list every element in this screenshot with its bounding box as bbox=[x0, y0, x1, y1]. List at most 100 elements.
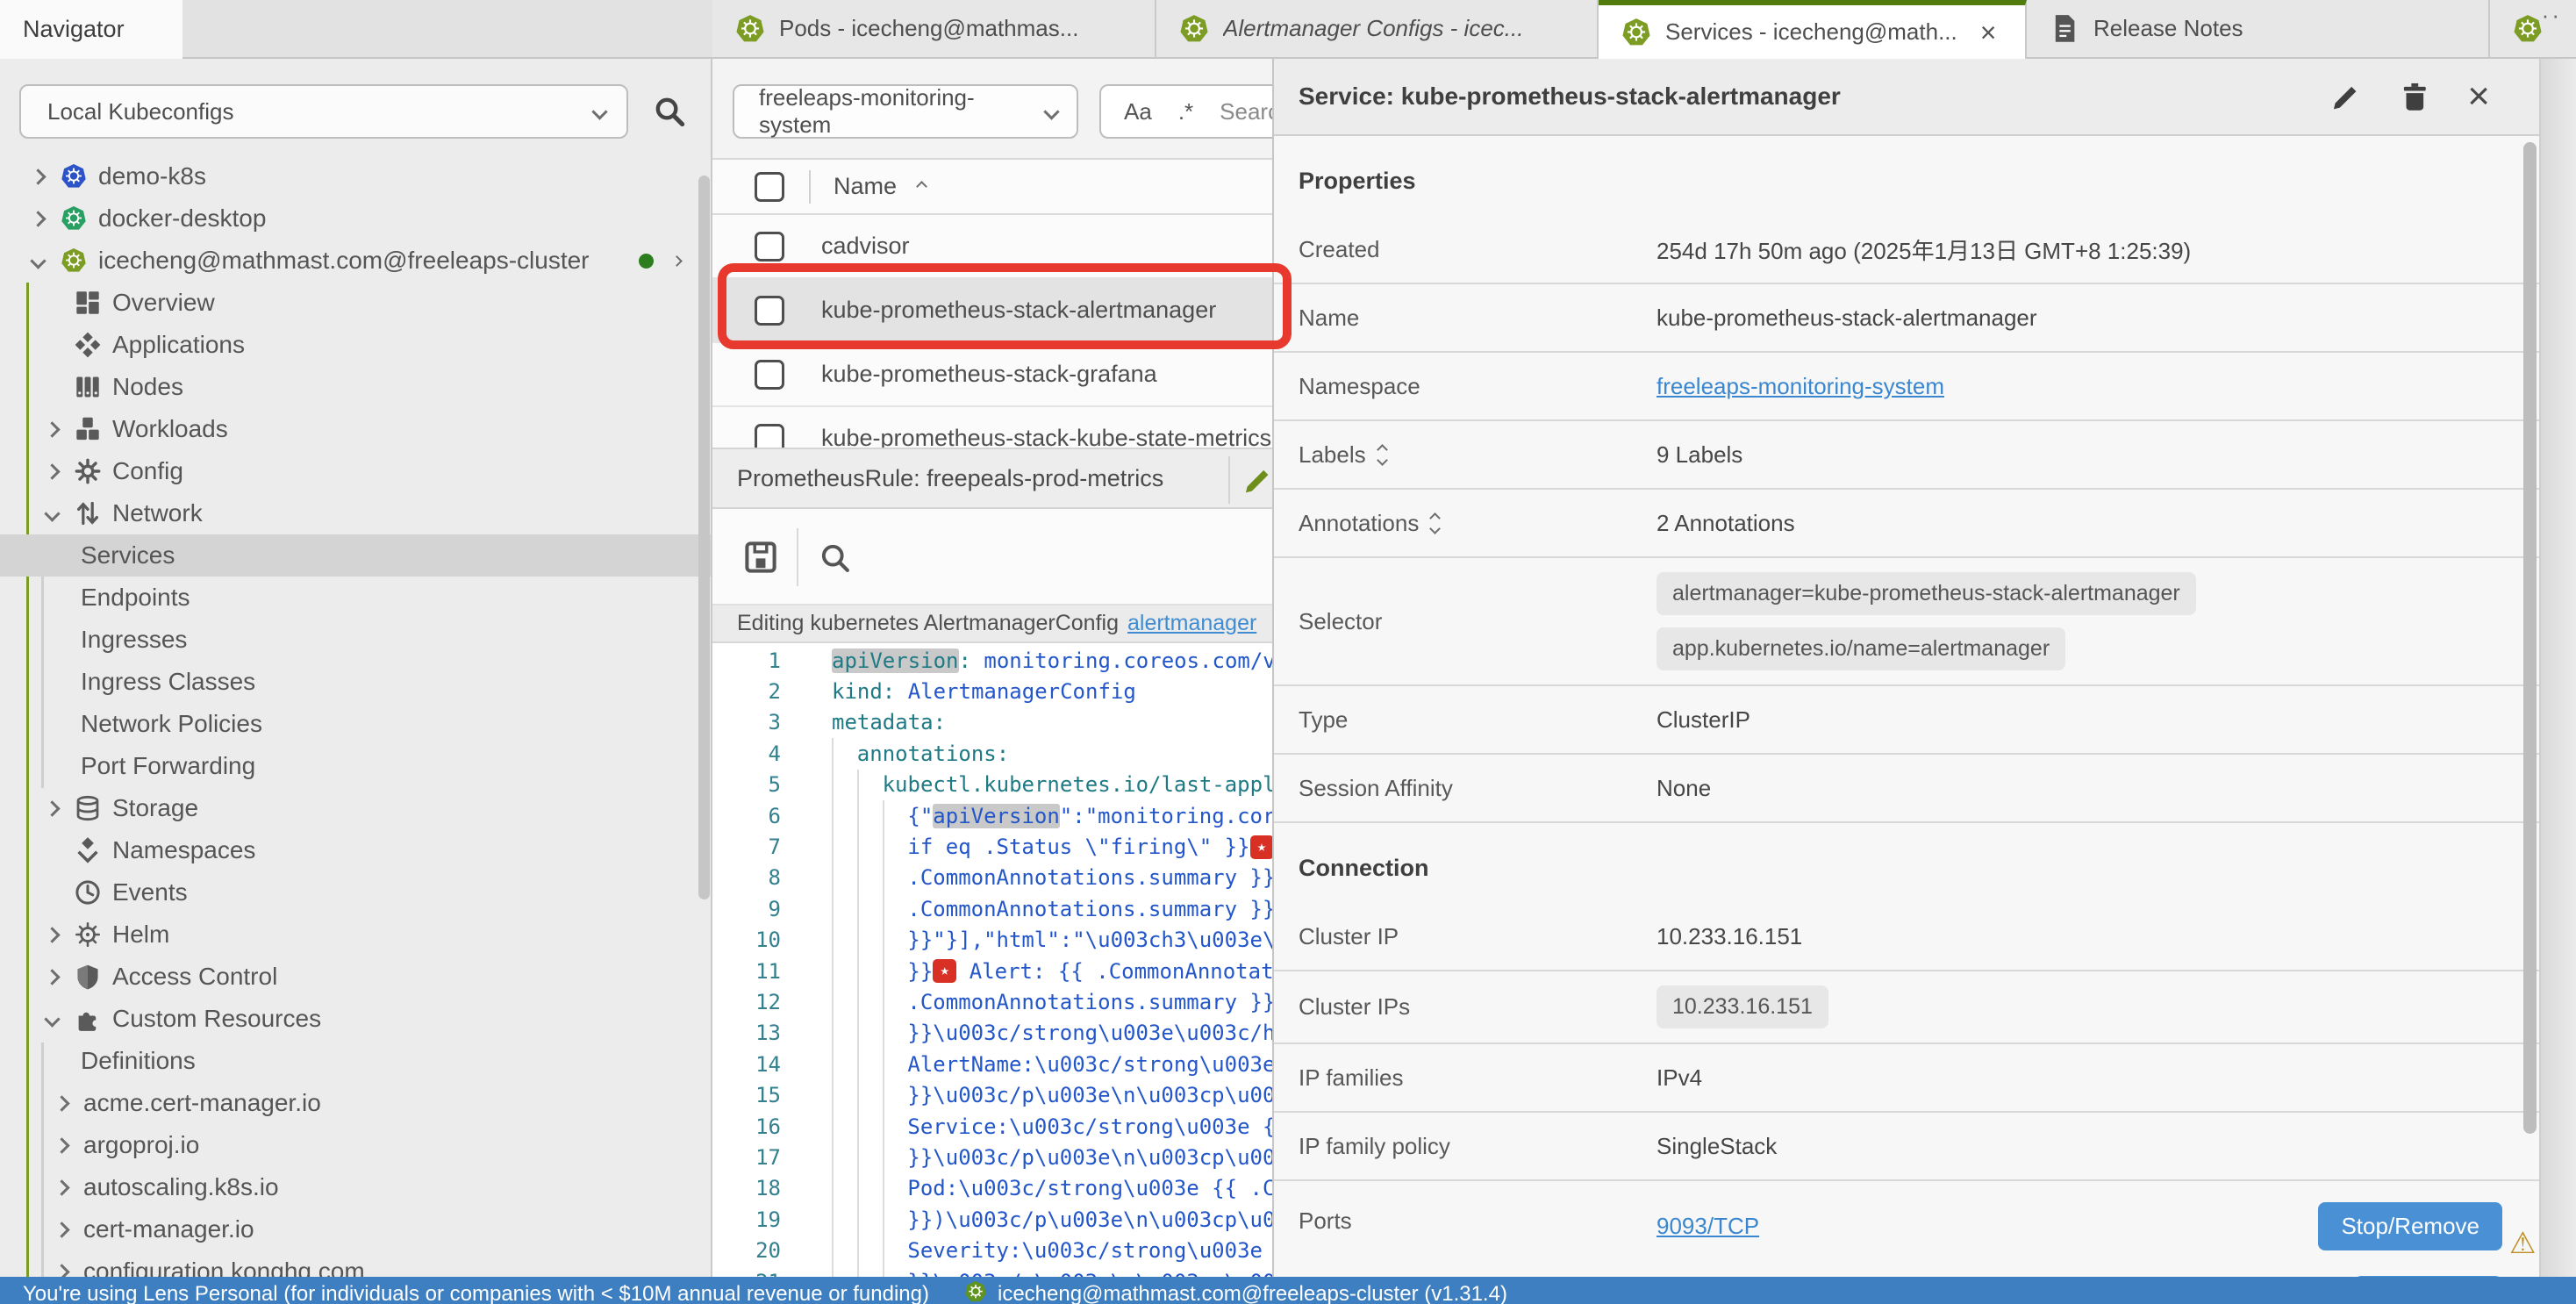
detail-row-label: Cluster IP bbox=[1274, 923, 1657, 950]
kubernetes-status-icon bbox=[964, 1280, 987, 1303]
sidebar-item[interactable]: autoscaling.k8s.io bbox=[0, 1166, 712, 1208]
sidebar-item[interactable]: Namespaces bbox=[0, 829, 712, 871]
sidebar-item[interactable]: Network bbox=[0, 492, 712, 534]
sidebar-item[interactable]: Config bbox=[0, 450, 712, 492]
sidebar-item[interactable]: Storage bbox=[0, 787, 712, 829]
edit-rule-icon[interactable] bbox=[1242, 465, 1272, 495]
sidebar-scrollbar[interactable] bbox=[698, 176, 710, 899]
alertmanager-config-link[interactable]: alertmanager bbox=[1127, 611, 1256, 636]
sidebar-item[interactable]: Applications bbox=[0, 324, 712, 366]
sidebar-item[interactable]: cert-manager.io bbox=[0, 1208, 712, 1250]
tree-chevron-icon[interactable] bbox=[54, 1179, 69, 1195]
namespace-select[interactable]: freeleaps-monitoring-system bbox=[733, 84, 1078, 139]
delete-service-icon[interactable] bbox=[2399, 82, 2429, 111]
active-cluster-text[interactable]: icecheng@mathmast.com@freeleaps-cluster … bbox=[998, 1277, 1507, 1304]
sidebar-item[interactable]: Ingress Classes bbox=[0, 661, 712, 703]
tree-chevron-icon[interactable] bbox=[44, 421, 60, 437]
tab-close-icon[interactable]: × bbox=[1980, 18, 1997, 47]
detail-row-value: alertmanager=kube-prometheus-stack-alert… bbox=[1657, 558, 2196, 684]
sidebar-item[interactable]: Port Forwarding bbox=[0, 745, 712, 787]
sidebar-item-label: configuration.konghq.com bbox=[83, 1257, 365, 1277]
detail-row: Name kube-prometheus-stack-alertmanager bbox=[1274, 284, 2539, 353]
tree-chevron-icon[interactable] bbox=[44, 927, 60, 942]
row-checkbox[interactable] bbox=[755, 296, 784, 326]
search-icon[interactable] bbox=[653, 95, 686, 128]
stop-remove-button[interactable]: Stop/Remove bbox=[2318, 1202, 2502, 1250]
sort-toggle-icon[interactable] bbox=[1431, 514, 1439, 533]
line-number: 18 bbox=[712, 1176, 781, 1200]
editor-search-icon[interactable] bbox=[819, 542, 851, 574]
chevron-down-icon bbox=[1043, 104, 1059, 119]
navigator-tab[interactable]: Navigator bbox=[0, 0, 182, 59]
sidebar-item[interactable]: Helm bbox=[0, 914, 712, 956]
panel-scrollbar[interactable] bbox=[2523, 142, 2537, 1134]
app-tab[interactable]: Release Notes bbox=[2027, 0, 2490, 59]
app-tab[interactable]: Alertmanager Configs - icec... bbox=[1156, 0, 1599, 59]
tree-chevron-icon[interactable] bbox=[30, 253, 46, 269]
sort-toggle-icon[interactable] bbox=[1378, 446, 1386, 464]
tree-chevron-icon[interactable] bbox=[44, 505, 60, 521]
sidebar-item[interactable]: Access Control bbox=[0, 956, 712, 998]
match-case-toggle[interactable]: Aa bbox=[1124, 98, 1152, 125]
sidebar-item[interactable]: Overview bbox=[0, 282, 712, 324]
app-tab[interactable]: ·· bbox=[2490, 0, 2576, 59]
tree-chevron-icon[interactable] bbox=[30, 211, 46, 226]
sidebar-item-icon bbox=[74, 963, 102, 991]
tree-chevron-icon[interactable] bbox=[44, 969, 60, 985]
tree-chevron-icon[interactable] bbox=[54, 1137, 69, 1153]
sidebar-item-icon bbox=[74, 331, 102, 359]
detail-row: Cluster IP 10.233.16.151 bbox=[1274, 903, 2539, 971]
close-panel-icon[interactable]: × bbox=[2467, 77, 2490, 116]
sidebar-item[interactable]: demo-k8s bbox=[0, 155, 712, 197]
line-number: 5 bbox=[712, 772, 781, 797]
column-header-name[interactable]: Name bbox=[834, 173, 926, 200]
select-all-checkbox[interactable] bbox=[755, 172, 784, 202]
sidebar-item[interactable]: Endpoints bbox=[0, 577, 712, 619]
cluster-connected-dot bbox=[639, 254, 654, 269]
sidebar-item[interactable]: configuration.konghq.com bbox=[0, 1250, 712, 1277]
detail-row: Cluster IPs 10.233.16.151 bbox=[1274, 971, 2539, 1044]
edit-service-icon[interactable] bbox=[2330, 82, 2360, 111]
sidebar-item[interactable]: Events bbox=[0, 871, 712, 914]
sidebar-item[interactable]: Ingresses bbox=[0, 619, 712, 661]
sidebar-item[interactable]: Custom Resources bbox=[0, 998, 712, 1040]
tree-chevron-icon[interactable] bbox=[44, 1011, 60, 1027]
sidebar-item[interactable]: Nodes bbox=[0, 366, 712, 408]
row-checkbox[interactable] bbox=[755, 232, 784, 262]
line-number: 11 bbox=[712, 959, 781, 984]
detail-row: IP families IPv4 bbox=[1274, 1044, 2539, 1113]
cluster-chevron-icon[interactable] bbox=[671, 255, 683, 267]
tab-icon bbox=[2513, 14, 2543, 44]
row-checkbox[interactable] bbox=[755, 360, 784, 390]
sidebar-item[interactable]: docker-desktop bbox=[0, 197, 712, 240]
tree-chevron-icon[interactable] bbox=[44, 463, 60, 479]
detail-row-value: ClusterIP bbox=[1657, 692, 1750, 748]
sidebar-item-label: autoscaling.k8s.io bbox=[83, 1173, 279, 1201]
tree-chevron-icon[interactable] bbox=[44, 800, 60, 816]
sidebar-item-icon bbox=[60, 162, 88, 190]
save-icon[interactable] bbox=[744, 541, 777, 574]
regex-toggle[interactable]: .* bbox=[1178, 98, 1193, 125]
tree-chevron-icon[interactable] bbox=[54, 1222, 69, 1237]
tree-chevron-icon[interactable] bbox=[30, 168, 46, 184]
sidebar-item[interactable]: argoproj.io bbox=[0, 1124, 712, 1166]
detail-panel-header: Service: kube-prometheus-stack-alertmana… bbox=[1274, 59, 2539, 136]
app-tab[interactable]: Pods - icecheng@mathmas... bbox=[712, 0, 1156, 59]
tree-chevron-icon[interactable] bbox=[54, 1264, 69, 1277]
sidebar-item[interactable]: icecheng@mathmast.com@freeleaps-cluster bbox=[0, 240, 712, 282]
app-tab[interactable]: Services - icecheng@math... × bbox=[1599, 0, 2027, 59]
sidebar-item-icon bbox=[74, 415, 102, 443]
sidebar-item[interactable]: Network Policies bbox=[0, 703, 712, 745]
namespace-link[interactable]: freeleaps-monitoring-system bbox=[1657, 373, 1944, 400]
tab-label: Alertmanager Configs - icec... bbox=[1223, 15, 1523, 42]
sidebar-item[interactable]: Workloads bbox=[0, 408, 712, 450]
line-number: 20 bbox=[712, 1238, 781, 1263]
sidebar-item[interactable]: Services bbox=[0, 534, 712, 577]
port-link[interactable]: 9093/TCP bbox=[1657, 1213, 1759, 1240]
sidebar-item-label: Workloads bbox=[112, 415, 228, 443]
tree-chevron-icon[interactable] bbox=[54, 1095, 69, 1111]
navigator-zone: Navigator bbox=[0, 0, 712, 59]
sidebar-item[interactable]: Definitions bbox=[0, 1040, 712, 1082]
kubeconfig-select[interactable]: Local Kubeconfigs bbox=[19, 84, 628, 139]
sidebar-item[interactable]: acme.cert-manager.io bbox=[0, 1082, 712, 1124]
